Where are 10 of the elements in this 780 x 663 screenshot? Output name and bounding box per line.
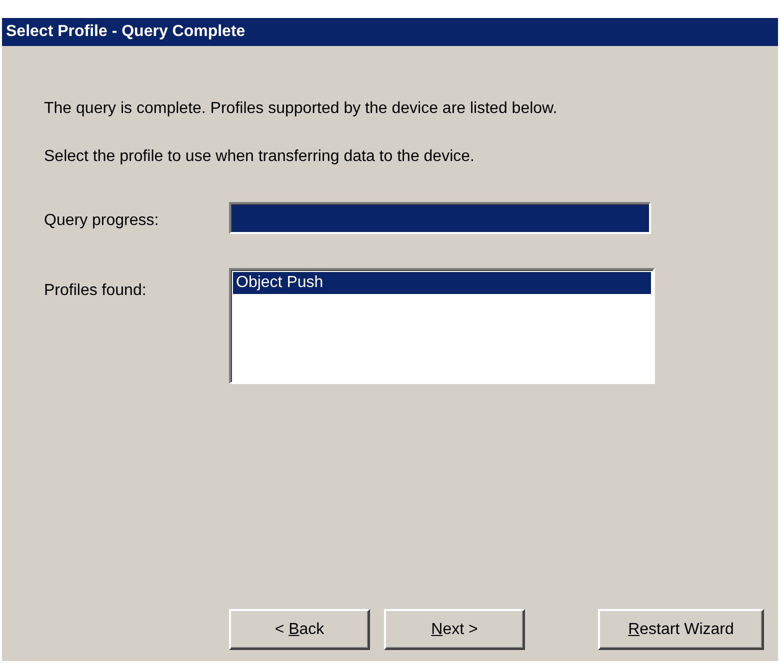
profiles-list[interactable]: Object Push bbox=[229, 268, 655, 384]
profile-item[interactable]: Object Push bbox=[233, 272, 651, 294]
wizard-button[interactable]: < Back bbox=[229, 609, 370, 650]
window-title: Select Profile - Query Complete bbox=[2, 18, 778, 46]
wizard-button[interactable]: Next > bbox=[384, 609, 525, 650]
wizard-button[interactable]: Restart Wizard bbox=[598, 609, 764, 650]
instruction-text: Select the profile to use when transferring data to the device. bbox=[44, 148, 476, 166]
instruction-text: The query is complete. Profiles supported by the device are listed below. bbox=[44, 100, 558, 118]
progress-label: Query progress: bbox=[44, 211, 160, 230]
profiles-label: Profiles found: bbox=[44, 281, 148, 300]
